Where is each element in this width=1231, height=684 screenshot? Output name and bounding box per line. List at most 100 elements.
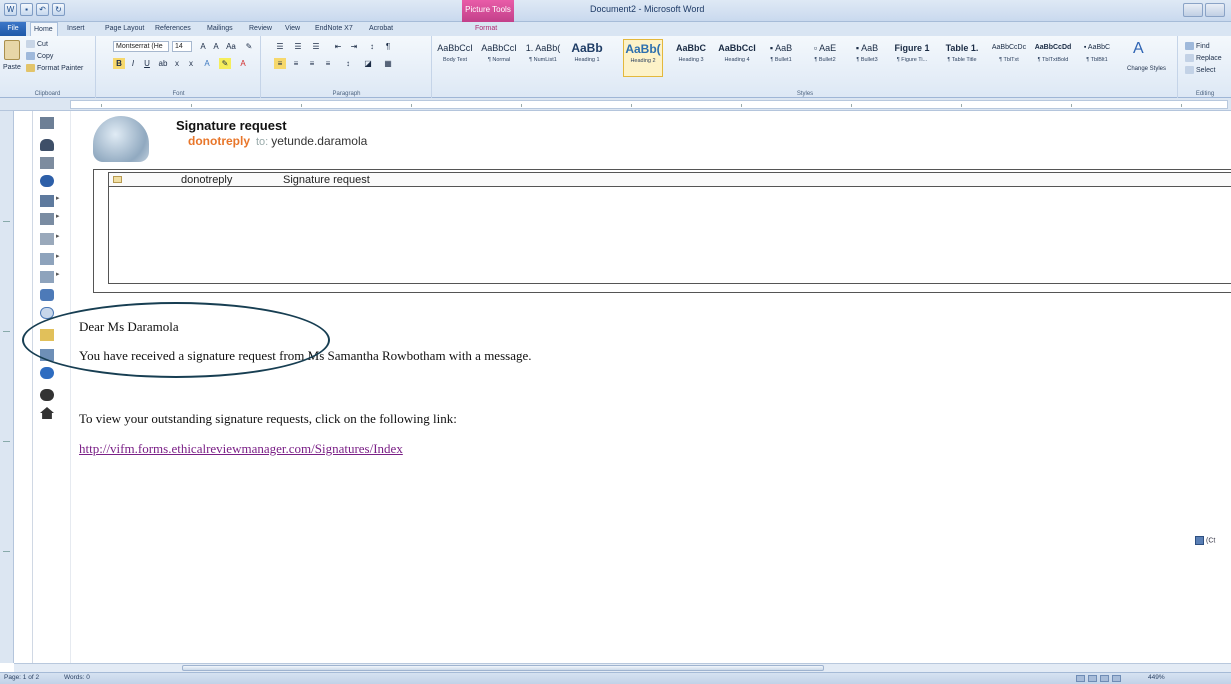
word-icon[interactable]: W — [4, 3, 17, 16]
redo-icon[interactable]: ↻ — [52, 3, 65, 16]
undo-icon[interactable]: ↶ — [36, 3, 49, 16]
full-screen-view-icon[interactable] — [1088, 675, 1097, 682]
style-preview: AaBb — [571, 41, 603, 55]
cut-button[interactable]: Cut — [26, 40, 48, 48]
change-styles-icon[interactable]: A — [1133, 40, 1144, 58]
bold-icon[interactable]: B — [113, 58, 125, 69]
maximize-button[interactable] — [1205, 3, 1225, 17]
sender-name[interactable]: donotreply — [188, 134, 250, 148]
clear-formatting-icon[interactable]: ✎ — [243, 41, 255, 52]
tab-view[interactable]: View — [282, 22, 303, 36]
font-name-select[interactable]: Montserrat (He — [113, 41, 169, 52]
zoom-level[interactable]: 449% — [1148, 674, 1165, 681]
book-icon[interactable] — [40, 289, 54, 301]
format-painter-button[interactable]: Format Painter — [26, 64, 83, 72]
signatures-link[interactable]: http://vifm.forms.ethicalreviewmanager.c… — [79, 441, 403, 457]
change-styles-button[interactable]: Change Styles — [1127, 66, 1166, 72]
sort-icon[interactable]: ↕ — [366, 41, 378, 52]
shading-icon[interactable]: ◪ — [362, 58, 374, 69]
ruler-track[interactable] — [70, 100, 1228, 109]
tab-insert[interactable]: Insert — [64, 22, 88, 36]
home-icon[interactable] — [40, 407, 54, 419]
calendar-icon[interactable] — [40, 117, 54, 129]
replace-button[interactable]: Replace — [1185, 54, 1222, 62]
forward-icon[interactable] — [40, 252, 60, 265]
underline-icon[interactable]: U — [141, 58, 153, 69]
tab-endnote[interactable]: EndNote X7 — [312, 22, 356, 36]
strikethrough-icon[interactable]: ab — [157, 58, 169, 69]
numbering-icon[interactable]: ☰ — [292, 41, 304, 52]
paste-button[interactable]: Paste — [3, 64, 21, 71]
style-body-text[interactable]: AaBbCcI Body Text — [435, 39, 475, 77]
print-layout-view-icon[interactable] — [1076, 675, 1085, 682]
paste-options-indicator[interactable]: (Ct — [1195, 536, 1231, 548]
style-table-title[interactable]: Table 1. ¶ Table Title — [939, 39, 985, 77]
subscript-icon[interactable]: x — [171, 58, 183, 69]
style-heading3[interactable]: AaBbC Heading 3 — [671, 39, 711, 77]
paste-icon[interactable] — [4, 40, 20, 60]
table-row[interactable]: donotreply Signature request — [109, 173, 1231, 187]
print-icon[interactable] — [40, 212, 60, 225]
multilevel-list-icon[interactable]: ☰ — [310, 41, 322, 52]
move-icon[interactable] — [40, 194, 60, 207]
find-button[interactable]: Find — [1185, 42, 1210, 50]
word-count[interactable]: Words: 0 — [64, 674, 90, 681]
decrease-indent-icon[interactable]: ⇤ — [332, 41, 344, 52]
font-color-icon[interactable]: A — [237, 58, 249, 69]
info-icon[interactable] — [40, 389, 54, 401]
align-left-icon[interactable]: ≡ — [274, 58, 286, 69]
style-figure-title[interactable]: Figure 1 ¶ Figure Ti... — [889, 39, 935, 77]
copy-button[interactable]: Copy — [26, 52, 53, 60]
tab-review[interactable]: Review — [246, 22, 275, 36]
reply-icon[interactable] — [40, 270, 60, 283]
web-layout-view-icon[interactable] — [1100, 675, 1109, 682]
font-size-select[interactable]: 14 — [172, 41, 192, 52]
style-tbltxt[interactable]: AaBbCcDc ¶ TblTxt — [989, 39, 1029, 77]
line-spacing-icon[interactable]: ↕ — [342, 58, 354, 69]
tasks-icon[interactable] — [40, 157, 54, 169]
minimize-button[interactable] — [1183, 3, 1203, 17]
style-numlist1[interactable]: 1. AaBb(¶ NumList1 — [523, 39, 563, 77]
tab-format[interactable]: Format — [472, 22, 500, 36]
align-center-icon[interactable]: ≡ — [290, 58, 302, 69]
change-case-icon[interactable]: Aa — [225, 41, 237, 52]
italic-icon[interactable]: I — [127, 58, 139, 69]
globe-icon[interactable] — [40, 367, 54, 379]
folder-icon[interactable] — [40, 232, 60, 245]
align-right-icon[interactable]: ≡ — [306, 58, 318, 69]
style-bullet3[interactable]: ▪ AaB ¶ Bullet3 — [847, 39, 887, 77]
style-tblblt1[interactable]: ▪ AaBbC ¶ TblBlt1 — [1077, 39, 1117, 77]
style-normal[interactable]: AaBbCcI ¶ Normal — [479, 39, 519, 77]
tab-references[interactable]: References — [152, 22, 194, 36]
style-bullet1[interactable]: ▪ AaB ¶ Bullet1 — [761, 39, 801, 77]
tab-file[interactable]: File — [0, 22, 26, 36]
show-marks-icon[interactable]: ¶ — [382, 41, 394, 52]
increase-indent-icon[interactable]: ⇥ — [348, 41, 360, 52]
outline-view-icon[interactable] — [1112, 675, 1121, 682]
style-heading2[interactable]: AaBb(Heading 2 — [623, 39, 663, 77]
style-heading1[interactable]: AaBb Heading 1 — [567, 39, 607, 77]
save-icon[interactable]: ▪ — [20, 3, 33, 16]
scrollbar-thumb[interactable] — [182, 665, 824, 671]
page-count[interactable]: Page: 1 of 2 — [4, 674, 39, 681]
tab-page-layout[interactable]: Page Layout — [102, 22, 147, 36]
superscript-icon[interactable]: x — [185, 58, 197, 69]
tab-home[interactable]: Home — [30, 22, 58, 36]
justify-icon[interactable]: ≡ — [322, 58, 334, 69]
style-heading4[interactable]: AaBbCcI Heading 4 — [717, 39, 757, 77]
bullets-icon[interactable]: ☰ — [274, 41, 286, 52]
highlight-icon[interactable]: ✎ — [219, 58, 231, 69]
contact-icon[interactable] — [40, 139, 54, 151]
recipient-name[interactable]: yetunde.daramola — [271, 134, 367, 148]
refresh-icon[interactable] — [40, 175, 54, 187]
text-effects-icon[interactable]: A — [201, 58, 213, 69]
horizontal-scrollbar[interactable] — [14, 663, 1231, 672]
borders-icon[interactable]: ▦ — [382, 58, 394, 69]
grow-font-icon[interactable]: A — [197, 41, 209, 52]
tab-acrobat[interactable]: Acrobat — [366, 22, 396, 36]
style-tbltxtbold[interactable]: AaBbCcDd ¶ TblTxtBold — [1033, 39, 1073, 77]
select-button[interactable]: Select — [1185, 66, 1215, 74]
tab-mailings[interactable]: Mailings — [204, 22, 236, 36]
shrink-font-icon[interactable]: A — [210, 41, 222, 52]
style-bullet2[interactable]: ▫ AaE ¶ Bullet2 — [805, 39, 845, 77]
